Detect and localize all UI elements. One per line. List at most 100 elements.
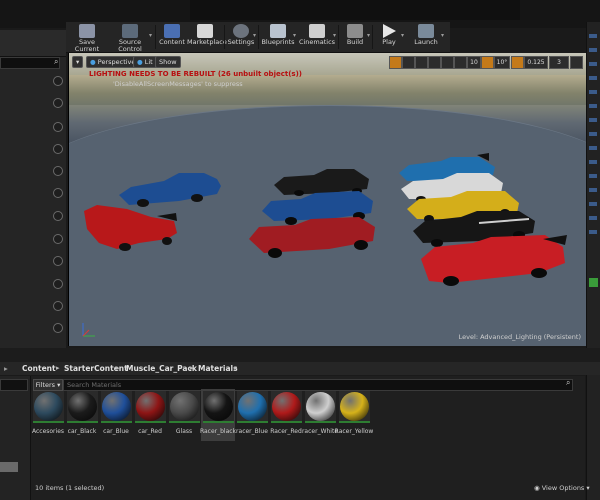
item-count-status: 10 items (1 selected)	[35, 484, 105, 492]
breadcrumb-arrow-icon[interactable]: ▸	[190, 362, 194, 375]
car-blue-left[interactable]	[119, 173, 221, 207]
settings-dropdown-icon[interactable]: ▾	[253, 32, 256, 39]
visibility-toggle[interactable]	[53, 234, 63, 244]
source-control-button[interactable]: Source Control ▾	[108, 22, 152, 53]
right-panel-checkbox[interactable]	[589, 174, 597, 178]
asset-tile-car-black[interactable]	[67, 391, 98, 423]
search-icon[interactable]: ⌕	[566, 378, 570, 388]
blueprints-button[interactable]: Blueprints ▾	[260, 22, 296, 52]
save-current-button[interactable]: Save Current	[68, 22, 106, 53]
visibility-toggle[interactable]	[53, 211, 63, 221]
view-options-button[interactable]: ◉ View Options ▾	[534, 484, 590, 492]
visibility-toggle[interactable]	[53, 301, 63, 311]
play-button[interactable]: Play ▾	[374, 22, 404, 52]
asset-type-bar	[339, 421, 370, 423]
right-panel-checkbox[interactable]	[589, 48, 597, 52]
filters-button[interactable]: Filters ▾	[33, 379, 63, 391]
level-label: Level: Advanced_Lighting (Persistent)	[458, 333, 581, 341]
play-icon	[382, 24, 396, 38]
asset-tile-racer-blue[interactable]	[237, 391, 268, 423]
asset-tile-racer-red[interactable]	[271, 391, 302, 423]
add-icon[interactable]	[589, 278, 598, 287]
breadcrumb-arrow-icon[interactable]: ▸	[234, 362, 238, 375]
asset-tile-racer-white[interactable]	[305, 391, 336, 423]
asset-tile-car-blue[interactable]	[101, 391, 132, 423]
asset-type-bar	[203, 421, 234, 423]
visibility-toggle[interactable]	[53, 76, 63, 86]
content-browser-tabbar	[0, 348, 600, 362]
build-dropdown-icon[interactable]: ▾	[367, 32, 370, 39]
breadcrumb-arrow-icon[interactable]: ▸	[56, 362, 60, 375]
right-panel-checkbox[interactable]	[589, 216, 597, 220]
right-panel-checkbox[interactable]	[589, 62, 597, 66]
right-panel-checkbox[interactable]	[589, 132, 597, 136]
right-panel-checkbox[interactable]	[589, 160, 597, 164]
right-panel-checkbox[interactable]	[589, 118, 597, 122]
settings-button[interactable]: Settings ▾	[226, 22, 256, 52]
right-panel-checkbox[interactable]	[589, 202, 597, 206]
asset-tile-racer-black[interactable]	[203, 391, 234, 423]
marketplace-button[interactable]: Marketplace	[187, 22, 227, 52]
visibility-toggle[interactable]	[53, 323, 63, 333]
car-red-center[interactable]	[249, 217, 375, 258]
breadcrumb-content[interactable]: Content	[22, 362, 56, 375]
right-panel-checkbox[interactable]	[589, 230, 597, 234]
asset-type-bar	[101, 421, 132, 423]
launch-dropdown-icon[interactable]: ▾	[441, 32, 444, 39]
visibility-toggle[interactable]	[53, 98, 63, 108]
material-sphere-icon	[340, 392, 369, 421]
asset-tile-glass[interactable]	[169, 391, 200, 423]
material-sphere-icon	[68, 392, 97, 421]
view-options-label: View Options	[541, 484, 585, 492]
right-panel-checkbox[interactable]	[589, 76, 597, 80]
save-icon	[79, 24, 95, 38]
play-dropdown-icon[interactable]: ▾	[401, 32, 404, 39]
asset-tile-accesories[interactable]	[33, 391, 64, 423]
build-button[interactable]: Build ▾	[340, 22, 370, 52]
selected-folder[interactable]	[0, 462, 18, 472]
right-panel-checkbox[interactable]	[589, 104, 597, 108]
level-viewport[interactable]: ▾ ● Perspective ● Lit Show LIGHTING NEED…	[68, 53, 588, 346]
left-panel-header	[0, 30, 66, 57]
right-panel-checkbox[interactable]	[589, 146, 597, 150]
asset-label: Racer_Yellow	[334, 428, 374, 435]
asset-type-bar	[169, 421, 200, 423]
car-red-left[interactable]	[84, 205, 177, 251]
folder-tree-panel	[0, 376, 31, 500]
launch-icon	[418, 24, 434, 38]
source-control-label: Source Control	[118, 38, 142, 53]
breadcrumb-arrow-icon[interactable]: ▸	[116, 362, 120, 375]
content-button[interactable]: Content	[158, 22, 186, 52]
title-bar-shade	[190, 0, 520, 20]
blueprints-dropdown-icon[interactable]: ▾	[293, 32, 296, 39]
marketplace-label: Marketplace	[187, 38, 227, 46]
asset-tile-racer-yellow[interactable]	[339, 391, 370, 423]
toolbar-separator	[155, 25, 156, 49]
eye-icon: ◉	[534, 484, 540, 492]
right-panel-checkbox[interactable]	[589, 188, 597, 192]
asset-tile-car-red[interactable]	[135, 391, 166, 423]
visibility-toggle[interactable]	[53, 122, 63, 132]
asset-search-input[interactable]: Search Materials	[63, 379, 573, 391]
visibility-toggle[interactable]	[53, 279, 63, 289]
visibility-toggle[interactable]	[53, 144, 63, 154]
source-control-icon	[122, 24, 138, 38]
visibility-toggle[interactable]	[53, 188, 63, 198]
right-panel-checkbox[interactable]	[589, 90, 597, 94]
launch-button[interactable]: Launch ▾	[408, 22, 444, 52]
breadcrumb-materials[interactable]: Materials	[198, 362, 238, 375]
scene-cars	[82, 153, 567, 337]
left-search-input[interactable]	[0, 57, 60, 69]
folder-search-input[interactable]	[0, 379, 28, 391]
breadcrumb-muscle-car-pack[interactable]: Muscle_Car_Pack	[126, 362, 197, 375]
content-label: Content	[159, 38, 185, 46]
folder-icon[interactable]: ▸	[4, 362, 8, 375]
settings-label: Settings	[227, 38, 255, 46]
cinematics-button[interactable]: Cinematics ▾	[298, 22, 336, 52]
source-control-dropdown-icon[interactable]: ▾	[149, 32, 152, 39]
cinematics-dropdown-icon[interactable]: ▾	[333, 32, 336, 39]
search-icon[interactable]: ⌕	[54, 57, 58, 67]
right-panel-checkbox[interactable]	[589, 34, 597, 38]
visibility-toggle[interactable]	[53, 256, 63, 266]
visibility-toggle[interactable]	[53, 166, 63, 176]
